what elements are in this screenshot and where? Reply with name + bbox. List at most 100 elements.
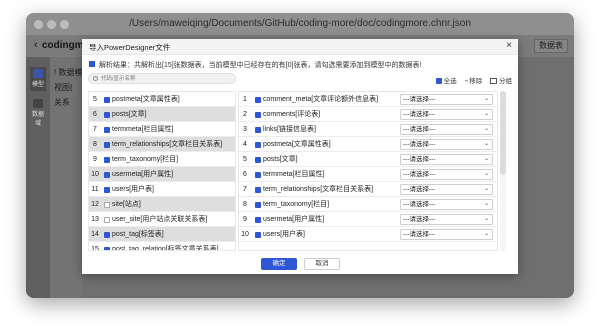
group-select-value: ---请选择--- <box>403 201 436 208</box>
tree-item[interactable]: 视图( <box>54 82 82 93</box>
group-select[interactable]: ---请选择--- ⌄ <box>400 154 493 165</box>
table-row[interactable]: 9 usermeta[用户属性] ---请选择--- ⌄ <box>239 212 497 227</box>
header-button[interactable]: 数据表 <box>534 39 568 53</box>
table-name: usermeta[用户属性] <box>112 171 174 178</box>
remove-label: 移除 <box>469 78 483 85</box>
table-name: posts[文章] <box>112 111 147 118</box>
row-index: 7 <box>243 186 247 193</box>
group-select-value: ---请选择--- <box>403 141 436 148</box>
row-checkbox[interactable] <box>104 112 110 118</box>
row-checkbox[interactable] <box>104 232 110 238</box>
tree-item[interactable]: ! 数据模 <box>54 67 82 78</box>
group-select[interactable]: ---请选择--- ⌄ <box>400 139 493 150</box>
group-select[interactable]: ---请选择--- ⌄ <box>400 169 493 180</box>
row-checkbox[interactable] <box>255 97 261 103</box>
table-row[interactable]: 10 users[用户表] ---请选择--- ⌄ <box>239 227 497 242</box>
row-checkbox[interactable] <box>104 202 110 208</box>
table-row[interactable]: 6 posts[文章] <box>89 107 235 122</box>
close-icon[interactable]: × <box>506 40 512 51</box>
table-row[interactable]: 8 term_taxonomy[栏目] ---请选择--- ⌄ <box>239 197 497 212</box>
remove-button[interactable]: −移除 <box>464 75 482 85</box>
group-select[interactable]: ---请选择--- ⌄ <box>400 109 493 120</box>
row-checkbox[interactable] <box>104 217 110 223</box>
chevron-down-icon: ⌄ <box>483 201 489 207</box>
group-button[interactable]: 分组 <box>490 75 512 85</box>
chevron-down-icon: ⌄ <box>483 96 489 102</box>
select-all-label: 全选 <box>443 78 457 85</box>
confirm-button[interactable]: 确定 <box>261 258 297 270</box>
scrollbar[interactable] <box>500 91 506 251</box>
table-name: comments[评论表] <box>263 111 321 118</box>
table-row[interactable]: 5 posts[文章] ---请选择--- ⌄ <box>239 152 497 167</box>
scrollbar-thumb[interactable] <box>500 91 506 175</box>
rail-item-label: 数据域 <box>31 112 44 127</box>
row-checkbox[interactable] <box>255 217 261 223</box>
table-row[interactable]: 7 term_relationships[文章栏目关系表] ---请选择--- ⌄ <box>239 182 497 197</box>
table-name: usermeta[用户属性] <box>263 216 325 223</box>
row-checkbox[interactable] <box>104 142 110 148</box>
group-select[interactable]: ---请选择--- ⌄ <box>400 229 493 240</box>
row-checkbox[interactable] <box>104 157 110 163</box>
search-input[interactable] <box>101 74 231 83</box>
table-row[interactable]: 7 termmeta[栏目属性] <box>89 122 235 137</box>
table-row[interactable]: 10 usermeta[用户属性] <box>89 167 235 182</box>
rail-item-label: 模型 <box>31 82 44 88</box>
row-index: 8 <box>243 201 247 208</box>
table-row[interactable]: 4 postmeta[文章属性表] ---请选择--- ⌄ <box>239 137 497 152</box>
group-select[interactable]: ---请选择--- ⌄ <box>400 184 493 195</box>
table-row[interactable]: 15 post_tag_relation[标签文章关系表] <box>89 242 235 250</box>
model-icon <box>33 69 43 78</box>
row-index: 2 <box>243 111 247 118</box>
table-row[interactable]: 5 postmeta[文章属性表] <box>89 92 235 107</box>
row-checkbox[interactable] <box>255 157 261 163</box>
row-checkbox[interactable] <box>104 127 110 133</box>
table-row[interactable]: 12 site[站点] <box>89 197 235 212</box>
group-select[interactable]: ---请选择--- ⌄ <box>400 199 493 210</box>
table-name: users[用户表] <box>263 231 306 238</box>
row-index: 3 <box>243 126 247 133</box>
row-checkbox[interactable] <box>104 247 110 250</box>
table-row[interactable]: 13 user_site[用户站点关联关系表] <box>89 212 235 227</box>
row-index: 9 <box>93 156 97 163</box>
select-all-checkbox[interactable]: 全选 <box>435 75 457 85</box>
row-checkbox[interactable] <box>255 202 261 208</box>
search-box[interactable] <box>88 73 236 84</box>
row-checkbox[interactable] <box>255 142 261 148</box>
table-row[interactable]: 1 comment_meta[文章评论额外信息表] ---请选择--- ⌄ <box>239 92 497 107</box>
row-checkbox[interactable] <box>255 232 261 238</box>
table-row[interactable]: 6 termmeta[栏目属性] ---请选择--- ⌄ <box>239 167 497 182</box>
tree-item[interactable]: 关系 <box>54 97 82 108</box>
group-select-value: ---请选择--- <box>403 171 436 178</box>
chevron-down-icon: ⌄ <box>483 231 489 237</box>
group-select[interactable]: ---请选择--- ⌄ <box>400 214 493 225</box>
row-checkbox[interactable] <box>255 127 261 133</box>
row-index: 14 <box>91 231 99 238</box>
row-checkbox[interactable] <box>255 187 261 193</box>
table-row[interactable]: 11 users[用户表] <box>89 182 235 197</box>
table-row[interactable]: 2 comments[评论表] ---请选择--- ⌄ <box>239 107 497 122</box>
group-select[interactable]: ---请选择--- ⌄ <box>400 124 493 135</box>
cancel-button[interactable]: 取消 <box>304 258 340 270</box>
rail-item-domain[interactable]: 数据域 <box>30 97 46 127</box>
rail-item-model[interactable]: 模型 <box>30 67 46 91</box>
chevron-down-icon: ⌄ <box>483 186 489 192</box>
table-row[interactable]: 3 links[链接信息表] ---请选择--- ⌄ <box>239 122 497 137</box>
selected-table-list: 1 comment_meta[文章评论额外信息表] ---请选择--- ⌄ 2 comme… <box>238 91 498 251</box>
row-index: 1 <box>243 96 247 103</box>
table-name: post_tag[标签表] <box>112 231 164 238</box>
row-index: 5 <box>93 96 97 103</box>
row-checkbox[interactable] <box>104 97 110 103</box>
row-checkbox[interactable] <box>255 172 261 178</box>
row-index: 6 <box>243 171 247 178</box>
row-checkbox[interactable] <box>104 187 110 193</box>
row-checkbox[interactable] <box>104 172 110 178</box>
back-icon[interactable]: ‹ <box>34 39 38 51</box>
row-index: 4 <box>243 141 247 148</box>
table-row[interactable]: 9 term_taxonomy[栏目] <box>89 152 235 167</box>
group-select-value: ---请选择--- <box>403 111 436 118</box>
chevron-down-icon: ⌄ <box>483 126 489 132</box>
table-row[interactable]: 8 term_relationships[文章栏目关系表] <box>89 137 235 152</box>
group-select[interactable]: ---请选择--- ⌄ <box>400 94 493 105</box>
row-checkbox[interactable] <box>255 112 261 118</box>
table-row[interactable]: 14 post_tag[标签表] <box>89 227 235 242</box>
